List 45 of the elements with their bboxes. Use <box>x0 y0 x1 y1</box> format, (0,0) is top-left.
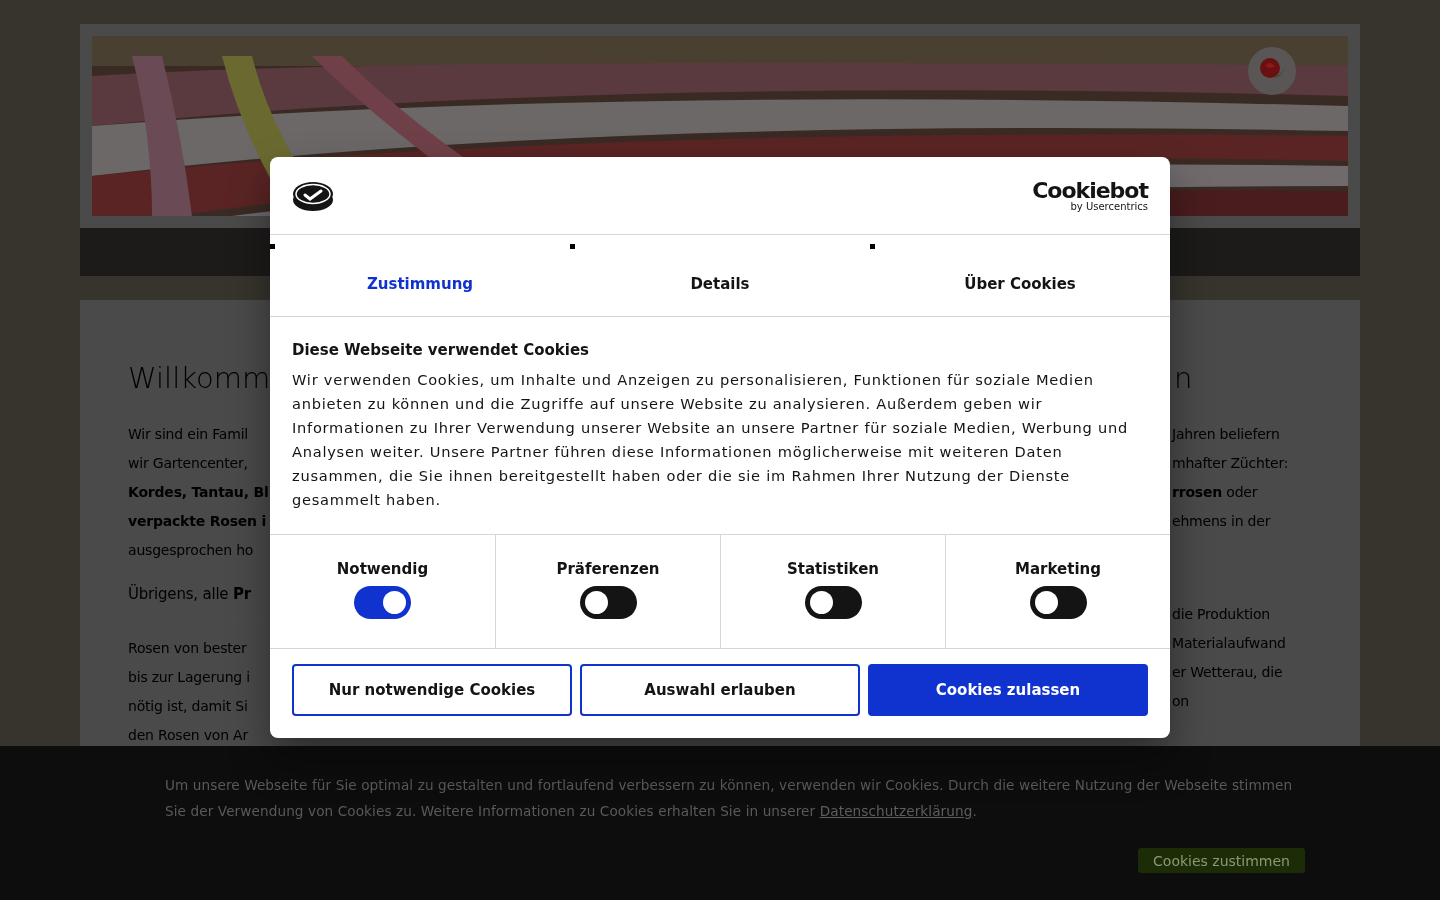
rose-logo-icon <box>1247 46 1297 96</box>
accept-button[interactable]: Cookies zustimmen <box>1138 848 1305 873</box>
tab[interactable]: Zustimmung <box>270 263 570 305</box>
paragraph-line: er Wetterau, die <box>1172 663 1284 682</box>
paragraph-line: ausgesprochen ho <box>128 541 255 560</box>
paragraph-line: nötig ist, damit Si <box>128 697 249 716</box>
toggle-label: Notwendig <box>336 560 429 578</box>
cookie-notice: Um unsere Webseite für Sie optimal zu gestalten und fortlaufend verbessern zu können, verwenden wir Cookies. Durch die weitere Nutzung der Webseite stimmen Sie der Verwendung von Cookies zu. Weitere Informationen zu Cookies erhalten Sie in unserer Datenschutzerklärung. <box>165 776 1294 821</box>
paragraph-line: Jahren beliefern <box>1172 425 1281 444</box>
toggle-label: Statistiken <box>786 560 880 578</box>
brand-logo: Cookiebot <box>1032 179 1148 202</box>
paragraph-line: Materialaufwand <box>1172 634 1287 653</box>
paragraph-line: Wir sind ein Famil <box>128 425 249 444</box>
square-mark <box>570 244 575 249</box>
paragraph-line: on <box>1172 692 1191 711</box>
paragraph-line: mhafter Züchter: <box>1172 454 1290 473</box>
paragraph-line: bis zur Lagerung i <box>128 668 251 687</box>
toggle-switch[interactable] <box>579 586 637 619</box>
consent-button[interactable]: Nur notwendige Cookies <box>292 664 572 716</box>
dialog-title: Diese Webseite verwendet Cookies <box>292 341 591 359</box>
paragraph-line: Kordes, Tantau, Bl <box>128 483 270 502</box>
tab[interactable]: Über Cookies <box>870 263 1170 305</box>
paragraph-line: rrosen oder <box>1172 483 1259 502</box>
checkmark-logo-icon <box>292 179 334 212</box>
paragraph-line: den Rosen von Ar <box>128 726 250 745</box>
paragraph-line: ehmens in der <box>1172 512 1272 531</box>
tab[interactable]: Details <box>570 263 870 305</box>
toggle-label: Marketing <box>1015 560 1101 578</box>
allow-all-button[interactable]: Cookies zulassen <box>868 664 1148 716</box>
page-heading: Willkomm <box>128 360 270 397</box>
paragraph-line: Rosen von bester <box>128 639 248 658</box>
subheading: Übrigens, alle Pr <box>128 583 252 605</box>
toggle-switch[interactable] <box>804 586 862 619</box>
paragraph-line: wir Gartencenter, <box>128 454 249 473</box>
paragraph-line: verpackte Rosen i <box>128 512 268 531</box>
brand-subtitle: by Usercentrics <box>1070 201 1148 212</box>
paragraph-line: die Produktion <box>1172 605 1271 624</box>
consent-button[interactable]: Auswahl erlauben <box>580 664 860 716</box>
square-mark <box>870 244 875 249</box>
page-heading: n <box>1174 360 1194 397</box>
toggle-switch[interactable] <box>1029 586 1087 619</box>
dialog-text: Wir verwenden Cookies, um Inhalte und Anzeigen zu personalisieren, Funktionen für soziale Medien anbieten zu können und die Zugriffe auf unsere Website zu analysieren. Außerdem geben wir Informationen zu Ihrer Verwendung unserer Website an unsere Partner für soziale Medien, Werbung und Analysen weiter. Unsere Partner führen diese Informationen möglicherweise mit weiteren Daten zusammen, die Sie ihnen bereitgestellt haben oder die sie im Rahmen Ihrer Nutzung der Dienste gesammelt haben. <box>292 370 1129 510</box>
toggle-switch[interactable] <box>354 586 411 619</box>
toggle-label: Präferenzen <box>556 560 660 578</box>
square-mark <box>270 244 275 249</box>
